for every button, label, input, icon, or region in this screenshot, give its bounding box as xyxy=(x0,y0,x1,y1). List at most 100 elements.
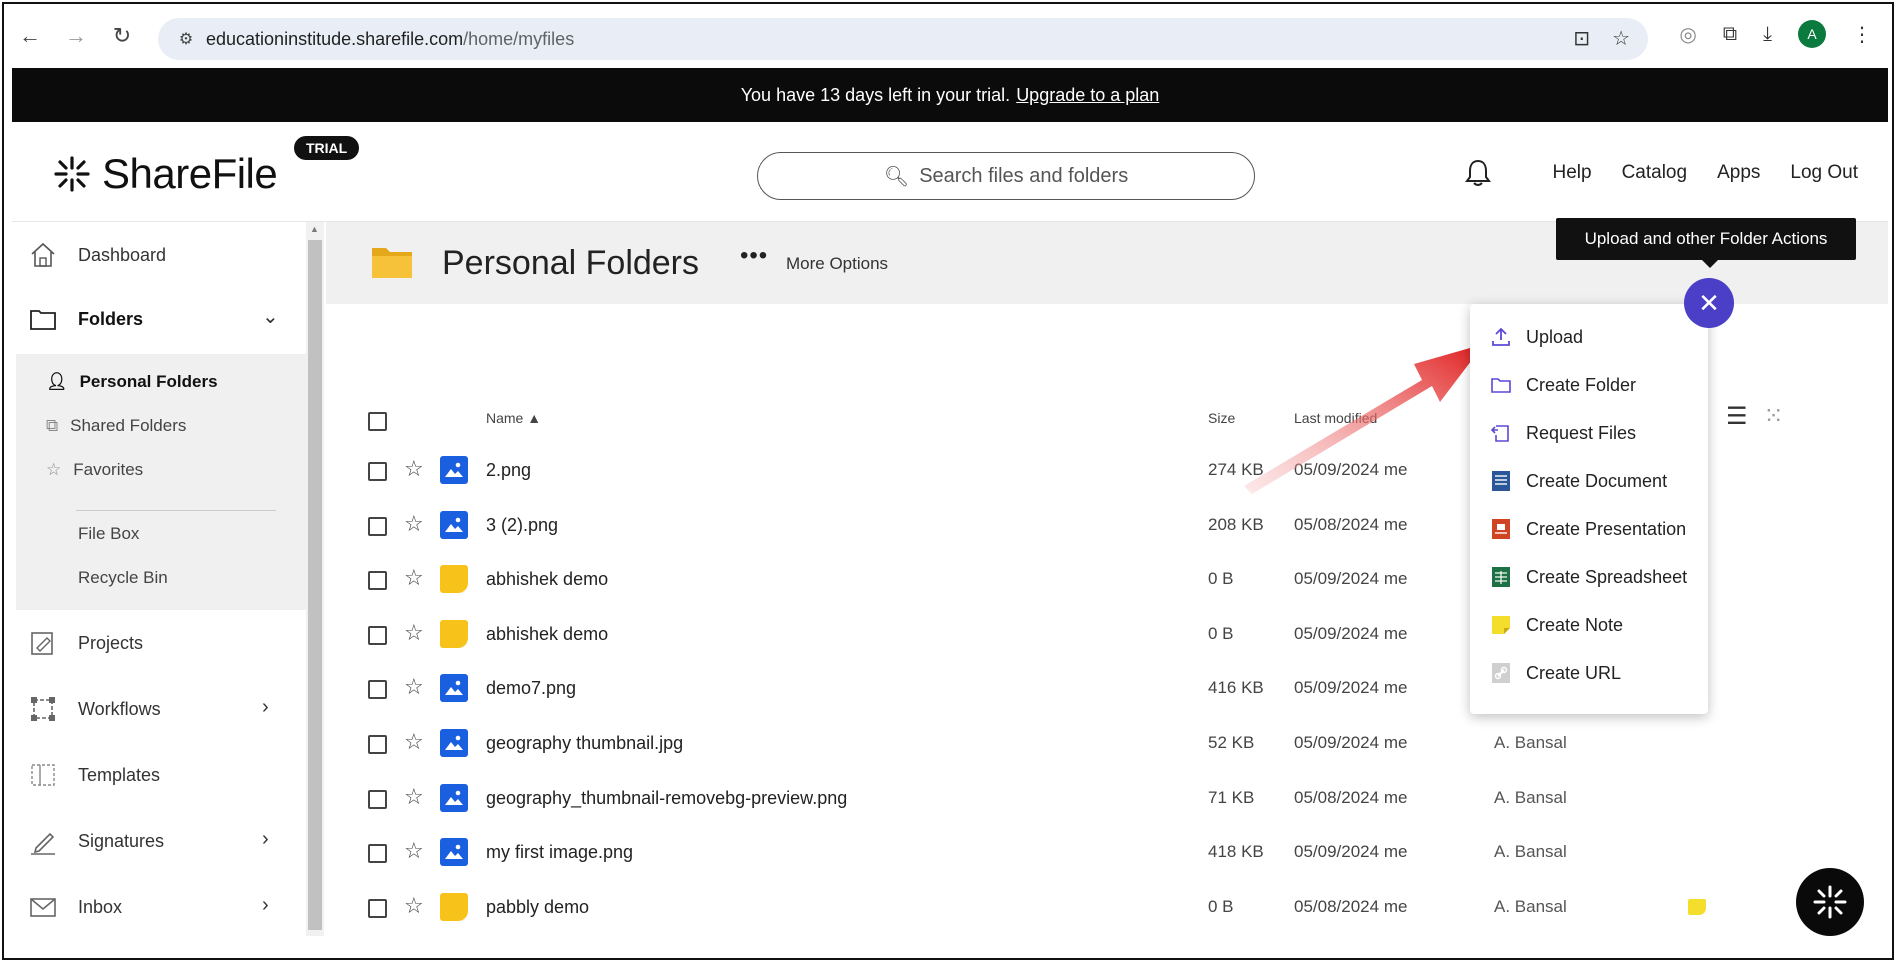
catalog-link[interactable]: Catalog xyxy=(1622,162,1688,184)
file-modified: 05/08/2024 me xyxy=(1294,896,1408,916)
bookmark-star-icon[interactable]: ☆ xyxy=(1612,26,1630,51)
favorite-star-icon[interactable]: ☆ xyxy=(404,893,424,919)
row-checkbox[interactable] xyxy=(368,898,387,918)
more-options-icon[interactable]: ••• xyxy=(740,242,768,270)
file-name[interactable]: abhishek demo xyxy=(486,569,608,590)
assistant-button[interactable] xyxy=(1796,868,1864,936)
scroll-up-icon[interactable]: ▲ xyxy=(310,224,319,234)
row-checkbox[interactable] xyxy=(368,571,387,591)
row-checkbox[interactable] xyxy=(368,735,387,754)
profile-avatar[interactable]: A xyxy=(1798,20,1826,48)
sidebar-item-workflows[interactable]: Workflows xyxy=(28,694,161,724)
close-actions-button[interactable]: ✕ xyxy=(1684,278,1734,328)
file-modified: 05/09/2024 me xyxy=(1294,842,1408,862)
site-settings-icon[interactable]: ⚙ xyxy=(166,29,206,49)
back-icon[interactable]: ← xyxy=(10,16,50,56)
file-name[interactable]: demo7.png xyxy=(486,678,576,699)
sidebar-item-personal-folders[interactable]: 👤︎ Personal Folders xyxy=(46,372,218,392)
file-modified: 05/08/2024 me xyxy=(1294,514,1408,534)
extensions-puzzle-icon[interactable]: ⧉ xyxy=(1723,23,1737,46)
menu-item-create-spreadsheet[interactable]: Create Spreadsheet xyxy=(1490,566,1687,588)
trial-banner: You have 13 days left in your trial. Upg… xyxy=(12,68,1888,122)
chevron-right-icon[interactable]: › xyxy=(262,828,269,851)
upgrade-link[interactable]: Upgrade to a plan xyxy=(1016,85,1159,106)
file-name[interactable]: my first image.png xyxy=(486,842,633,863)
image-file-icon xyxy=(440,510,468,539)
search-input[interactable]: 🔍︎ Search files and folders xyxy=(757,152,1255,200)
install-app-icon[interactable]: ⊡ xyxy=(1573,26,1590,51)
table-row[interactable]: ☆ geography thumbnail.jpg 52 KB 05/09/2024 … xyxy=(326,717,1888,771)
reload-icon[interactable]: ↻ xyxy=(102,16,142,56)
list-view-icon[interactable]: ☰ xyxy=(1726,402,1748,431)
menu-item-create-url[interactable]: Create URL xyxy=(1490,662,1621,684)
favorite-star-icon[interactable]: ☆ xyxy=(404,456,424,482)
mountain-glyph xyxy=(445,681,463,696)
browser-menu-icon[interactable]: ⋮ xyxy=(1852,22,1872,47)
sharefile-logo[interactable]: ShareFile xyxy=(52,150,278,198)
menu-item-create-document[interactable]: Create Document xyxy=(1490,470,1667,492)
row-checkbox[interactable] xyxy=(368,516,387,536)
file-name[interactable]: abhishek demo xyxy=(486,624,608,645)
notifications-bell-icon[interactable] xyxy=(1464,158,1492,188)
favorite-star-icon[interactable]: ☆ xyxy=(404,511,424,537)
menu-item-create-folder[interactable]: Create Folder xyxy=(1490,374,1636,396)
sidebar-item-folders[interactable]: Folders xyxy=(28,304,143,334)
more-options-button[interactable]: More Options xyxy=(786,254,888,274)
favorite-star-icon[interactable]: ☆ xyxy=(404,784,424,810)
file-size: 52 KB xyxy=(1208,733,1255,752)
extension-compass-icon[interactable]: ◎ xyxy=(1679,22,1696,47)
favorite-star-icon[interactable]: ☆ xyxy=(404,729,424,755)
url-icon xyxy=(1492,663,1510,683)
row-checkbox[interactable] xyxy=(368,680,387,700)
favorite-star-icon[interactable]: ☆ xyxy=(404,620,424,646)
menu-item-create-note[interactable]: Create Note xyxy=(1490,614,1623,636)
row-checkbox[interactable] xyxy=(368,844,387,864)
chevron-right-icon[interactable]: › xyxy=(262,894,269,917)
sidebar-item-recycle-bin[interactable]: Recycle Bin xyxy=(78,568,168,588)
chevron-right-icon[interactable]: › xyxy=(262,696,269,719)
scrollbar-thumb[interactable] xyxy=(308,240,322,930)
grid-view-icon[interactable]: ⁙ xyxy=(1764,402,1784,431)
trial-banner-text: You have 13 days left in your trial. xyxy=(740,84,1011,105)
row-checkbox[interactable] xyxy=(368,625,387,645)
chevron-down-icon[interactable]: ⌄ xyxy=(262,304,279,329)
file-name[interactable]: 2.png xyxy=(486,460,531,481)
file-size: 0 B xyxy=(1208,569,1234,589)
table-row[interactable]: ☆ pabbly demo 0 B 05/08/2024 me A. Bansal xyxy=(326,881,1888,935)
file-name[interactable]: 3 (2).png xyxy=(486,515,558,536)
table-row[interactable]: ☆ my first image.png 418 KB 05/09/2024 me A.… xyxy=(326,826,1888,880)
menu-item-upload[interactable]: Upload xyxy=(1490,326,1583,348)
sidebar-item-file-box[interactable]: File Box xyxy=(78,524,139,544)
favorite-star-icon[interactable]: ☆ xyxy=(404,838,424,864)
apps-link[interactable]: Apps xyxy=(1717,162,1760,184)
page-title: Personal Folders xyxy=(442,244,700,282)
sidebar-scrollbar[interactable]: ▲ xyxy=(306,222,324,936)
sidebar-item-dashboard[interactable]: Dashboard xyxy=(28,240,166,270)
forward-icon[interactable]: → xyxy=(56,16,96,56)
sidebar-item-inbox[interactable]: Inbox xyxy=(28,892,122,922)
download-icon[interactable]: ⤓ xyxy=(1763,23,1772,46)
file-name[interactable]: geography_thumbnail-removebg-preview.png xyxy=(486,788,847,809)
logout-link[interactable]: Log Out xyxy=(1790,162,1858,184)
table-row[interactable]: ☆ geography_thumbnail-removebg-preview.pn… xyxy=(326,772,1888,826)
sidebar-item-shared-folders[interactable]: ⧉ Shared Folders xyxy=(46,416,186,436)
sidebar-item-templates[interactable]: Templates xyxy=(28,760,160,790)
spreadsheet-icon xyxy=(1492,567,1510,587)
folder-outline-icon xyxy=(1491,378,1511,393)
address-bar[interactable]: ⚙ educationinstitude.sharefile.com/home/… xyxy=(158,18,1648,60)
file-name[interactable]: pabbly demo xyxy=(486,897,589,918)
menu-item-create-presentation[interactable]: Create Presentation xyxy=(1490,518,1686,540)
row-checkbox[interactable] xyxy=(368,789,387,809)
sidebar-item-projects[interactable]: Projects xyxy=(28,628,143,658)
column-header-size[interactable]: Size xyxy=(1208,410,1235,426)
file-name[interactable]: geography thumbnail.jpg xyxy=(486,733,683,754)
column-header-name[interactable]: Name ▲ xyxy=(486,410,541,426)
select-all-checkbox[interactable] xyxy=(368,412,387,431)
help-link[interactable]: Help xyxy=(1553,162,1592,184)
menu-item-request-files[interactable]: Request Files xyxy=(1490,422,1636,444)
row-checkbox[interactable] xyxy=(368,462,387,481)
favorite-star-icon[interactable]: ☆ xyxy=(404,674,424,700)
sidebar-item-signatures[interactable]: Signatures xyxy=(28,826,164,856)
favorite-star-icon[interactable]: ☆ xyxy=(404,565,424,591)
sidebar-item-favorites[interactable]: ☆ Favorites xyxy=(46,460,143,480)
